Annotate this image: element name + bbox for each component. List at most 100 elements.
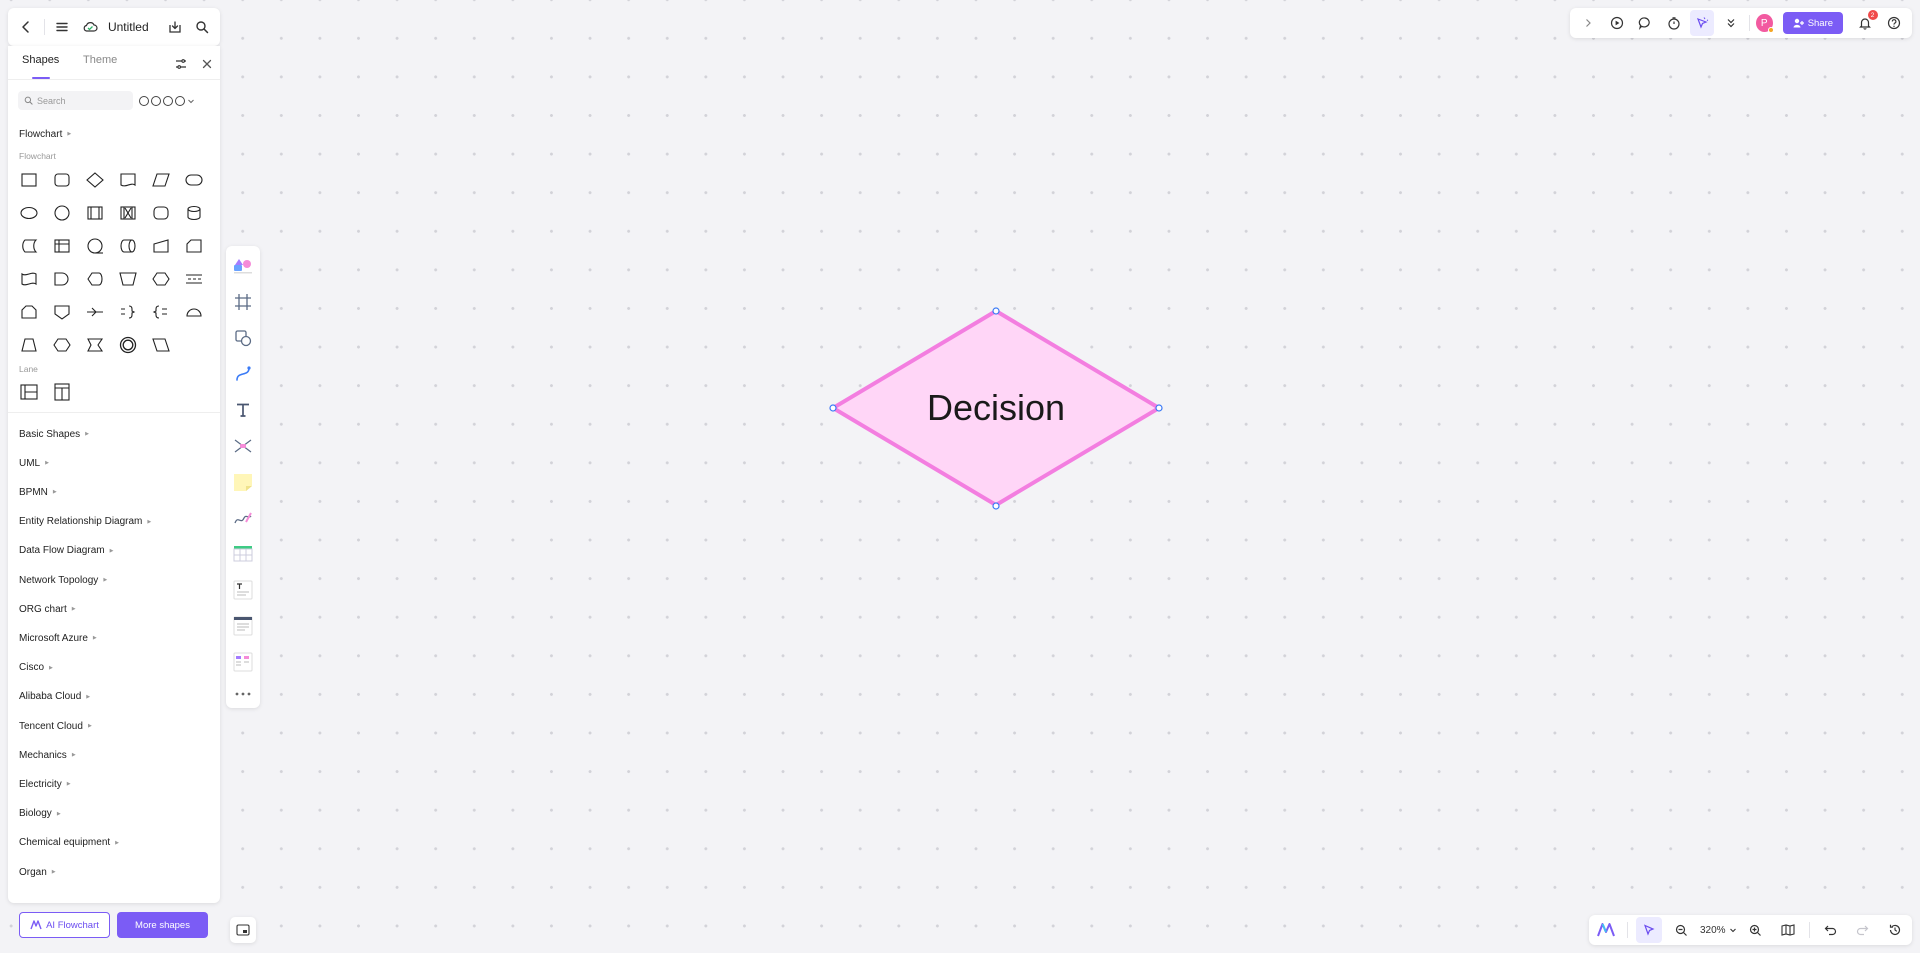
style-option[interactable] <box>139 95 149 106</box>
chevron-right-icon[interactable] <box>1576 10 1600 36</box>
category-item[interactable]: Biology ▶ <box>19 807 61 821</box>
shape-parallel-mode[interactable] <box>117 202 139 224</box>
shape-preparation[interactable] <box>150 268 172 290</box>
category-item[interactable]: ORG chart ▶ <box>19 602 76 616</box>
close-icon[interactable] <box>194 51 220 77</box>
more-tools-icon[interactable] <box>231 682 255 706</box>
shape-merge-arrow[interactable] <box>84 301 106 323</box>
shape-decision[interactable] <box>84 169 106 191</box>
text-box-icon[interactable] <box>231 578 255 602</box>
shape-trapezoid[interactable] <box>18 334 40 356</box>
connector-icon[interactable] <box>231 362 255 386</box>
redo-icon[interactable] <box>1850 917 1876 943</box>
shape-manual-operation[interactable] <box>117 268 139 290</box>
resize-handle-left[interactable] <box>829 404 837 412</box>
shape-vertical-lane[interactable] <box>51 381 73 403</box>
settings-sliders-icon[interactable] <box>168 51 194 77</box>
tab-theme[interactable]: Theme <box>83 54 117 66</box>
style-option[interactable] <box>163 95 173 106</box>
resize-handle-right[interactable] <box>1155 404 1163 412</box>
category-item[interactable]: Electricity ▶ <box>19 777 71 791</box>
shape-parallelogram-right[interactable] <box>150 334 172 356</box>
style-option[interactable] <box>175 95 185 106</box>
shape-off-page[interactable] <box>51 301 73 323</box>
shape-bracket-right[interactable] <box>117 301 139 323</box>
shape-brace-left[interactable] <box>150 301 172 323</box>
more-shapes-button[interactable]: More shapes <box>117 912 208 938</box>
shape-rounded-process[interactable] <box>51 169 73 191</box>
category-item[interactable]: Cisco ▶ <box>19 661 53 675</box>
category-item[interactable]: Alibaba Cloud ▶ <box>19 690 90 704</box>
shape-data[interactable] <box>150 169 172 191</box>
category-item[interactable]: UML ▶ <box>19 456 49 470</box>
shape-circle[interactable] <box>51 202 73 224</box>
category-item[interactable]: Mechanics ▶ <box>19 748 76 762</box>
notification-bell-icon[interactable]: 2 <box>1853 10 1878 36</box>
laser-pointer-icon[interactable] <box>1689 10 1715 36</box>
shape-manual-input[interactable] <box>150 235 172 257</box>
shape-double-circle[interactable] <box>117 334 139 356</box>
document-title[interactable]: Untitled <box>108 20 149 34</box>
ai-assistant-icon[interactable] <box>1593 917 1619 943</box>
list-icon[interactable] <box>231 614 255 638</box>
decision-shape[interactable]: Decision <box>0 0 1920 953</box>
ai-flowchart-button[interactable]: AI Flowchart <box>19 912 110 938</box>
shape-sequential-access[interactable] <box>84 235 106 257</box>
shape-style-picker[interactable] <box>139 92 195 109</box>
shape-process[interactable] <box>18 169 40 191</box>
comment-icon[interactable] <box>1633 10 1657 36</box>
shape-paper-tape[interactable] <box>18 268 40 290</box>
tab-shapes[interactable]: Shapes <box>22 54 59 66</box>
sticky-note-icon[interactable] <box>231 470 255 494</box>
search-input[interactable] <box>37 95 127 106</box>
back-icon[interactable] <box>14 14 38 40</box>
timer-icon[interactable] <box>1661 10 1685 36</box>
shape-half-circle[interactable] <box>183 301 205 323</box>
text-tool-icon[interactable] <box>231 398 255 422</box>
search-box[interactable] <box>18 91 133 110</box>
user-avatar[interactable]: P <box>1755 14 1774 33</box>
shape-ellipse[interactable] <box>18 202 40 224</box>
shape-direct-data[interactable] <box>117 235 139 257</box>
shape-delay[interactable] <box>51 268 73 290</box>
shape-display[interactable] <box>84 268 106 290</box>
shape-internal-storage[interactable] <box>51 235 73 257</box>
resize-handle-bottom[interactable] <box>992 502 1000 510</box>
shape-document[interactable] <box>117 169 139 191</box>
category-item[interactable]: Organ ▶ <box>19 865 56 879</box>
frame-icon[interactable] <box>231 290 255 314</box>
shape-horizontal-lane[interactable] <box>18 381 40 403</box>
shape-database[interactable] <box>183 202 205 224</box>
shapes-icon[interactable] <box>231 326 255 350</box>
mind-map-icon[interactable] <box>231 434 255 458</box>
templates-icon[interactable] <box>231 254 255 278</box>
shape-loop-limit[interactable] <box>18 301 40 323</box>
category-item[interactable]: BPMN ▶ <box>19 485 57 499</box>
chevron-down-icon[interactable] <box>187 97 195 105</box>
share-button[interactable]: Share <box>1782 12 1844 34</box>
help-icon[interactable] <box>1882 10 1906 36</box>
zoom-out-icon[interactable] <box>1668 917 1694 943</box>
shape-annotation[interactable] <box>183 268 205 290</box>
table-icon[interactable] <box>231 542 255 566</box>
shape-terminator[interactable] <box>183 169 205 191</box>
category-item[interactable]: Microsoft Azure ▶ <box>19 631 97 645</box>
category-item[interactable]: Entity Relationship Diagram ▶ <box>19 515 151 529</box>
category-item[interactable]: Network Topology ▶ <box>19 573 107 587</box>
undo-icon[interactable] <box>1818 917 1844 943</box>
category-item[interactable]: Tencent Cloud ▶ <box>19 719 92 733</box>
category-item[interactable]: Data Flow Diagram ▶ <box>19 544 113 558</box>
shape-alternate-process[interactable] <box>150 202 172 224</box>
map-icon[interactable] <box>1775 917 1801 943</box>
style-option[interactable] <box>151 95 161 106</box>
minimap-toggle-button[interactable] <box>230 917 256 943</box>
play-presentation-icon[interactable] <box>1604 10 1628 36</box>
shape-hexagon[interactable] <box>51 334 73 356</box>
resize-handle-top[interactable] <box>992 307 1000 315</box>
zoom-level-select[interactable]: 320% <box>1700 925 1737 936</box>
shape-step[interactable] <box>84 334 106 356</box>
expand-more-icon[interactable] <box>1718 10 1742 36</box>
zoom-in-icon[interactable] <box>1743 917 1769 943</box>
search-icon[interactable] <box>190 14 214 40</box>
category-item[interactable]: Basic Shapes ▶ <box>19 427 89 441</box>
